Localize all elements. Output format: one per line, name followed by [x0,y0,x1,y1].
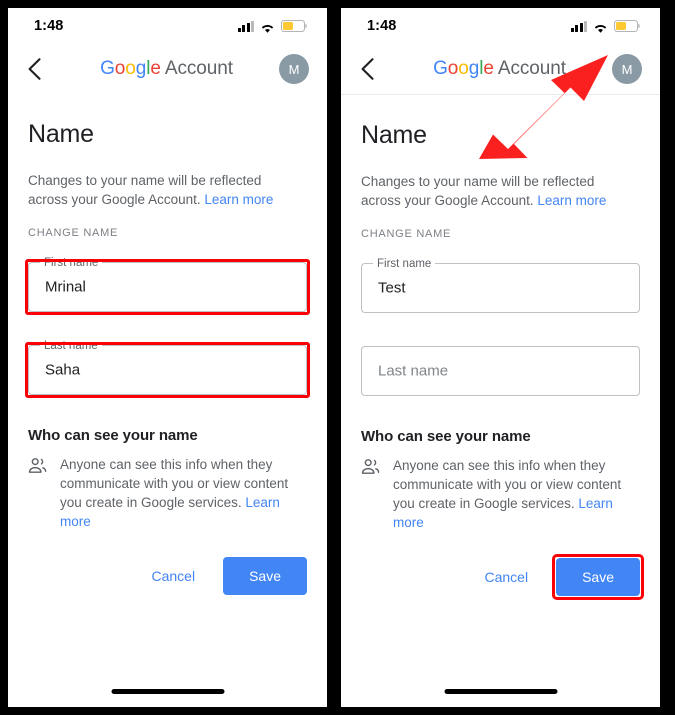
first-name-field[interactable]: First name Test [361,257,640,313]
action-buttons: Cancel Save [361,554,644,600]
status-bar-icons [570,20,641,33]
first-name-field[interactable]: First name Mrinal [25,256,310,315]
save-button-wrapper: Save [223,557,307,595]
wifi-icon [593,21,608,33]
cancel-button[interactable]: Cancel [470,560,542,594]
first-name-value: Mrinal [45,278,86,296]
avatar[interactable]: M [612,54,642,84]
status-bar: 1:48 [8,8,327,44]
name-fields: First name Test Last name [361,257,640,396]
account-word: Account [493,58,566,79]
back-button[interactable] [361,56,387,82]
action-buttons: Cancel Save [28,557,307,595]
description-learn-more-link[interactable]: Learn more [537,193,606,208]
home-indicator [111,689,224,694]
page-title: Name [361,121,427,149]
home-indicator [444,689,557,694]
app-bar-title: Google Account [387,58,612,80]
app-bar-title: Google Account [54,58,279,80]
first-name-label: First name [373,257,436,271]
wifi-icon [260,21,275,33]
page-description: Changes to your name will be reflected a… [28,171,304,209]
who-can-see-row: Anyone can see this info when they commu… [361,456,640,532]
status-bar: 1:48 [341,8,660,44]
screenshot-stage: 1:48 Google Account M Name Changes to yo… [0,0,675,715]
save-button[interactable]: Save [223,557,307,595]
app-bar: Google Account M [8,44,327,94]
google-logo: Google [100,58,161,79]
people-group-icon [361,456,380,532]
battery-low-icon [281,20,308,32]
status-bar-time: 1:48 [367,18,397,34]
name-fields: First name Mrinal Last name Saha [25,256,310,398]
who-can-see-text: Anyone can see this info when they commu… [393,456,640,532]
page-title: Name [28,120,94,148]
page-description: Changes to your name will be reflected a… [361,172,637,210]
avatar[interactable]: M [279,54,309,84]
app-bar: Google Account M [341,44,660,95]
last-name-field[interactable]: Last name [361,346,640,396]
description-learn-more-link[interactable]: Learn more [204,192,273,207]
page-content: Name Changes to your name will be reflec… [341,55,660,600]
save-button-wrapper: Save [552,554,644,600]
first-name-value: Test [378,279,406,297]
phone-screenshot-left: 1:48 Google Account M Name Changes to yo… [8,8,327,707]
section-label-change-name: CHANGE NAME [361,228,452,240]
google-logo: Google [433,58,494,79]
status-bar-time: 1:48 [34,18,64,34]
cancel-button[interactable]: Cancel [137,559,209,593]
last-name-field[interactable]: Last name Saha [25,339,310,398]
phone-screenshot-right: 1:48 Google Account M Name Changes to yo… [341,8,660,707]
page-content: Name Changes to your name will be reflec… [8,120,327,595]
save-button[interactable]: Save [556,558,640,596]
first-name-label: First name [40,256,103,270]
cellular-bars-icon [237,20,254,32]
who-can-see-row: Anyone can see this info when they commu… [28,455,307,531]
last-name-value: Saha [45,361,81,379]
people-group-icon [28,455,47,531]
who-can-see-title: Who can see your name [28,427,198,444]
last-name-label: Last name [40,339,102,353]
back-button[interactable] [28,56,54,82]
who-can-see-title: Who can see your name [361,428,531,445]
last-name-placeholder: Last name [378,362,449,380]
battery-low-icon [614,20,641,32]
account-word: Account [160,58,233,79]
cellular-bars-icon [570,20,587,32]
section-label-change-name: CHANGE NAME [28,227,119,239]
status-bar-icons [237,20,308,33]
who-can-see-text: Anyone can see this info when they commu… [60,455,307,531]
